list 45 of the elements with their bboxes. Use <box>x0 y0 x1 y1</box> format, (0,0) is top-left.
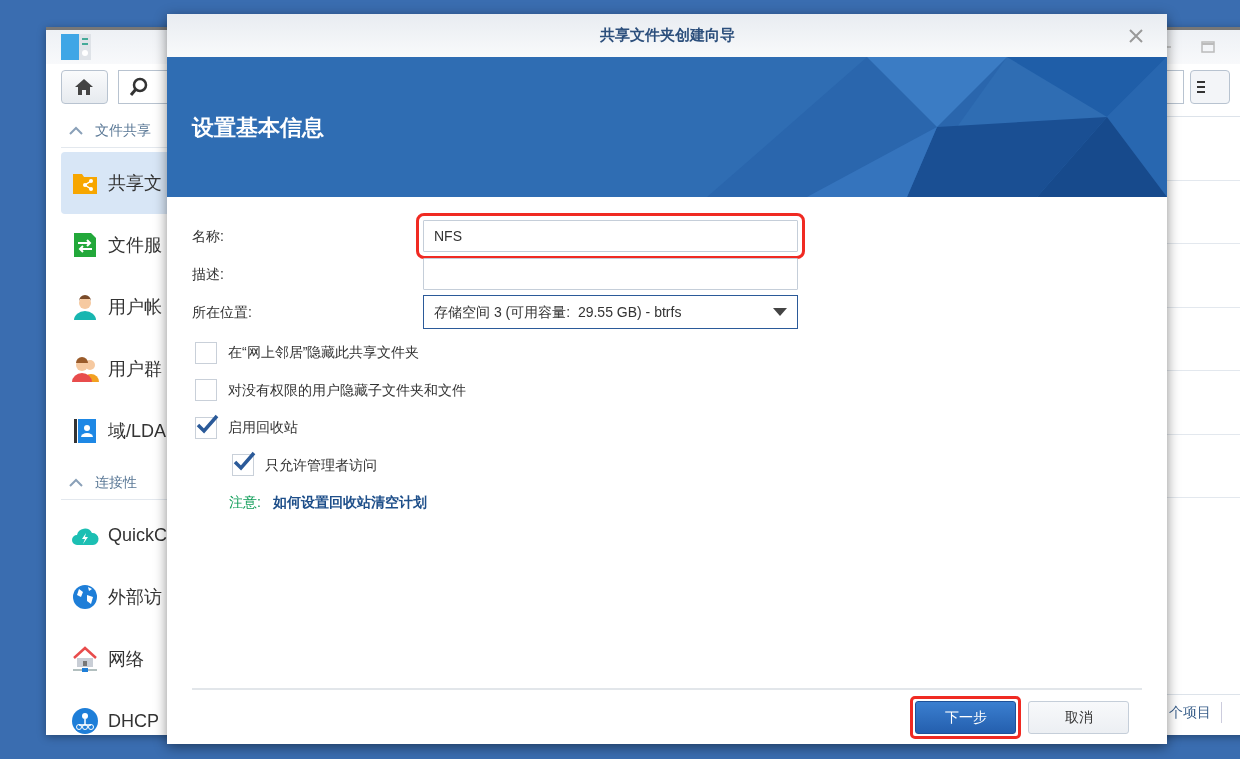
checkbox[interactable] <box>195 416 217 439</box>
sidebar-item[interactable]: 外部访 <box>61 566 231 628</box>
contact-book-icon <box>71 417 99 445</box>
sidebar-item[interactable]: QuickC <box>61 504 231 566</box>
home-button[interactable] <box>61 70 108 104</box>
user-icon <box>71 293 99 321</box>
sidebar-item[interactable]: 网络 <box>61 628 231 690</box>
checkbox-label: 对没有权限的用户隐藏子文件夹和文件 <box>228 380 466 400</box>
checkbox-label: 只允许管理者访问 <box>265 455 377 475</box>
sidebar-item[interactable]: DHCP <box>61 690 231 752</box>
dialog-title: 共享文件夹创建向导 <box>599 25 735 46</box>
checkbox-label: 在“网上邻居”隐藏此共享文件夹 <box>228 343 420 363</box>
house-network-icon <box>71 645 99 673</box>
item-count: 个项目 <box>1169 702 1222 723</box>
maximize-icon[interactable] <box>1201 41 1215 53</box>
users-icon <box>71 355 99 383</box>
field-label: 描述: <box>192 264 225 284</box>
field-label: 名称: <box>192 226 225 246</box>
location-dropdown[interactable]: 存储空间 3 (可用容量: 29.55 GB) - btrfs <box>423 295 798 329</box>
file-arrows-icon <box>71 231 99 259</box>
page-heading: 设置基本信息 <box>192 113 324 142</box>
section-title: 连接性 <box>95 473 137 492</box>
checkbox[interactable] <box>232 454 254 477</box>
section-title: 文件共享 <box>95 121 151 140</box>
caret-icon <box>773 308 787 316</box>
help-link[interactable]: 如何设置回收站清空计划 <box>272 491 427 513</box>
check-icon <box>195 413 219 434</box>
note-label: 注意: <box>229 492 261 512</box>
list-icon <box>1197 80 1205 94</box>
globe-icon <box>71 583 99 611</box>
next-button[interactable]: 下一步 <box>915 700 1016 734</box>
search-icon <box>128 77 149 97</box>
collapse-chevron-icon[interactable] <box>69 478 83 487</box>
cancel-button[interactable]: 取消 <box>1028 700 1129 734</box>
checkbox-label: 启用回收站 <box>228 418 298 438</box>
home-icon <box>74 78 95 96</box>
close-icon[interactable] <box>1128 28 1144 44</box>
text-field[interactable] <box>423 258 798 290</box>
field-label: 所在位置: <box>192 302 253 322</box>
checkbox[interactable] <box>195 379 217 402</box>
list-view-button[interactable] <box>1190 70 1230 104</box>
checkbox[interactable] <box>195 341 217 364</box>
app-icon <box>61 34 91 60</box>
check-icon <box>232 451 256 472</box>
collapse-chevron-icon[interactable] <box>69 126 83 135</box>
